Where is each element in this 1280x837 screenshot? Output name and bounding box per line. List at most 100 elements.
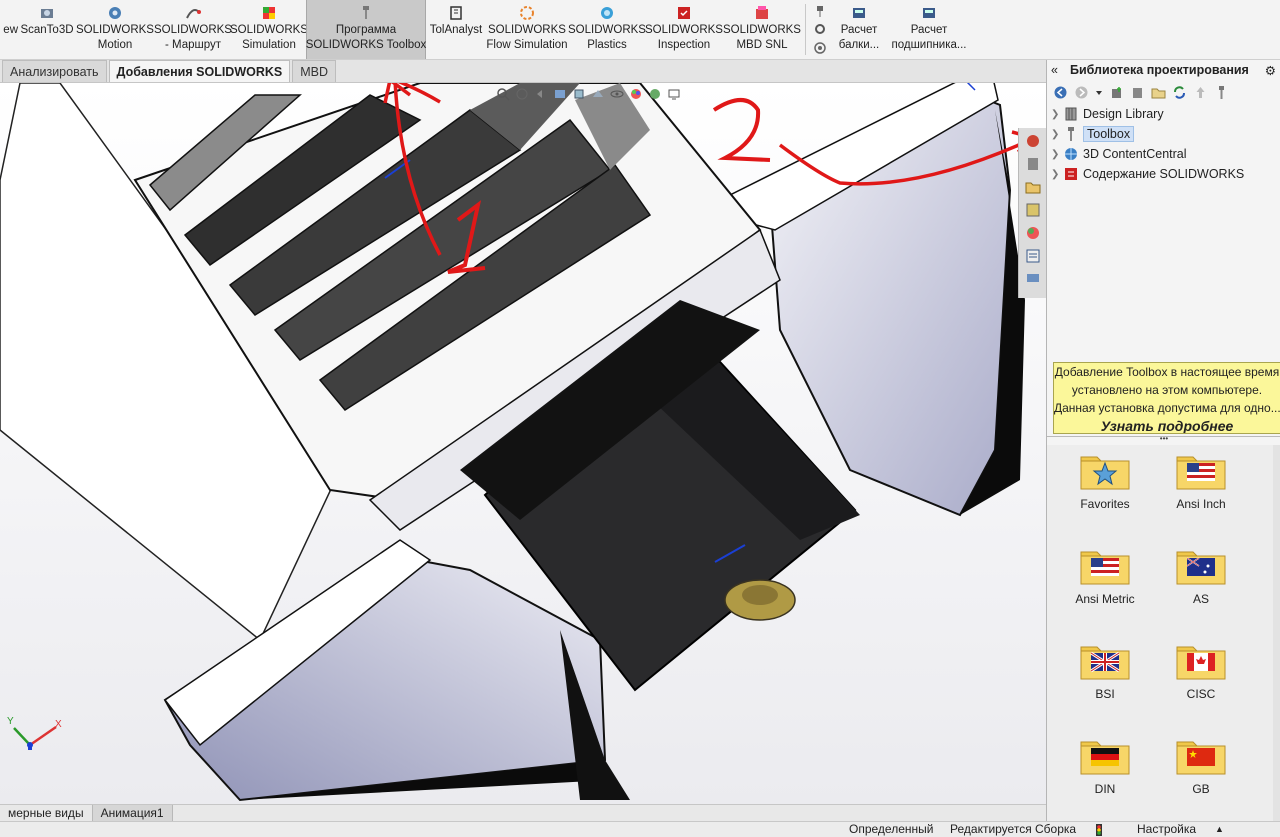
cn-flag-folder-icon [1176, 741, 1226, 775]
file-explorer-icon[interactable] [1024, 178, 1042, 196]
ribbon-label: Программа SOLIDWORKS Toolbox [305, 24, 427, 51]
zoom-fit-icon[interactable] [496, 87, 510, 101]
folder-favorites[interactable]: Favorites [1065, 451, 1145, 511]
view-palette-icon[interactable] [1024, 201, 1042, 219]
create-folder-icon[interactable] [1151, 85, 1166, 100]
zoom-area-icon[interactable] [515, 87, 529, 101]
ribbon-view-button[interactable]: ew [0, 0, 18, 59]
design-library-icon [1065, 107, 1077, 121]
tab-solidworks-addins[interactable]: Добавления SOLIDWORKS [108, 60, 291, 82]
expand-chevron-icon[interactable]: ❯ [1051, 129, 1063, 140]
tree-item-3d-contentcentral[interactable]: ❯ 3D ContentCentral [1051, 144, 1280, 164]
gear-small-icon[interactable] [813, 22, 827, 36]
scanto3d-icon [41, 9, 53, 18]
appearance-icon[interactable] [629, 87, 643, 101]
folder-label: Favorites [1080, 497, 1130, 511]
tree-item-label: Toolbox [1083, 126, 1135, 142]
us-flag-folder-icon [1176, 456, 1226, 490]
ribbon-scanto3d-button[interactable]: ScanTo3D [18, 0, 76, 59]
toolbox-icon [1068, 127, 1074, 141]
assembly-model[interactable]: XY [0, 83, 1046, 804]
tab-analyze[interactable]: Анализировать [2, 60, 107, 82]
forum-icon[interactable] [1024, 270, 1042, 288]
folder-ansi-metric[interactable]: Ansi Metric [1065, 546, 1145, 606]
ribbon-inspection-button[interactable]: SOLIDWORKS Inspection [645, 0, 723, 59]
ribbon-tolanalyst-button[interactable]: TolAnalyst [426, 0, 486, 59]
ribbon-flow-simulation-button[interactable]: SOLIDWORKS Flow Simulation [486, 0, 568, 59]
standards-folder-grid: Favorites Ansi Inch Ansi Metric AS BSI CISC DI… [1047, 445, 1280, 821]
view-orientation-icon[interactable] [572, 87, 586, 101]
expand-chevron-icon[interactable]: ❯ [1051, 109, 1063, 120]
folder-label: DIN [1094, 782, 1116, 796]
toolbox-config-icon[interactable] [1214, 85, 1229, 100]
tab-3d-views[interactable]: мерные виды [0, 805, 93, 821]
units-menu-up-icon[interactable]: ▲ [1215, 822, 1224, 837]
view-icon [0, 4, 18, 22]
ribbon-mbd-snl-button[interactable]: SOLIDWORKS MBD SNL [722, 0, 802, 59]
command-manager-tabs: Анализировать Добавления SOLIDWORKS MBD [0, 60, 1046, 83]
home-icon[interactable] [1024, 132, 1042, 150]
ribbon-label: Расчет подшипника... [891, 24, 967, 51]
vertical-scrollbar[interactable] [1273, 445, 1280, 821]
ribbon-small-icons [809, 0, 831, 59]
options-gear-icon[interactable]: ⚙ [1265, 63, 1276, 78]
folder-cisc[interactable]: CISC [1161, 641, 1241, 701]
ribbon-label: SOLIDWORKS MBD SNL [723, 24, 801, 51]
expand-chevron-icon[interactable]: ❯ [1051, 149, 1063, 160]
collapse-icon[interactable]: « [1051, 63, 1058, 77]
tab-animation1[interactable]: Анимация1 [92, 805, 173, 821]
ribbon-beam-calc-button[interactable]: Расчет балки... [831, 0, 887, 59]
display-style-icon[interactable] [591, 87, 605, 101]
section-view-icon[interactable] [553, 87, 567, 101]
tree-item-design-library[interactable]: ❯ Design Library [1051, 104, 1280, 124]
back-icon[interactable] [1053, 85, 1068, 100]
up-one-level-icon[interactable] [1193, 85, 1208, 100]
add-file-location-icon[interactable] [1130, 85, 1145, 100]
scene-icon[interactable] [648, 87, 662, 101]
tree-item-toolbox[interactable]: ❯ Toolbox [1051, 124, 1280, 144]
refresh-icon[interactable] [1172, 85, 1187, 100]
ribbon-motion-button[interactable]: SOLIDWORKS Motion [76, 0, 154, 59]
folder-bsi[interactable]: BSI [1065, 641, 1145, 701]
monitor-icon[interactable] [667, 87, 681, 101]
ribbon-toolbox-button[interactable]: Программа SOLIDWORKS Toolbox [306, 0, 426, 59]
appearances-icon[interactable] [1024, 224, 1042, 242]
ribbon-plastics-button[interactable]: SOLIDWORKS Plastics [568, 0, 646, 59]
ribbon-label: ew [3, 24, 18, 36]
design-library-tab-icon[interactable] [1024, 155, 1042, 173]
pane-splitter[interactable]: ••• [1047, 435, 1280, 443]
rebuild-indicator-icon[interactable] [1094, 824, 1104, 836]
previous-view-icon[interactable] [534, 87, 548, 101]
custom-properties-icon[interactable] [1024, 247, 1042, 265]
expand-chevron-icon[interactable]: ❯ [1051, 169, 1063, 180]
learn-more-link[interactable]: Узнать подробнее [1054, 417, 1280, 433]
folder-gb[interactable]: GB [1161, 736, 1241, 796]
tree-item-solidworks-content[interactable]: ❯ Содержание SOLIDWORKS [1051, 164, 1280, 184]
tab-mbd[interactable]: MBD [292, 60, 337, 82]
forward-icon[interactable] [1074, 85, 1089, 100]
tree-item-label: Содержание SOLIDWORKS [1083, 167, 1245, 181]
flow-simulation-icon [520, 6, 534, 20]
ribbon-bearing-calc-button[interactable]: Расчет подшипника... [887, 0, 971, 59]
uk-flag-folder-icon [1080, 646, 1130, 680]
status-editing: Редактируется Сборка [950, 822, 1077, 836]
task-pane-title: Библиотека проектирования [1069, 63, 1249, 77]
spring-icon[interactable] [813, 41, 827, 55]
pin-icon[interactable] [813, 4, 827, 18]
ribbon-routing-button[interactable]: SOLIDWORKS - Маршрут [154, 0, 232, 59]
tolanalyst-icon [450, 6, 462, 20]
folder-as[interactable]: AS [1161, 546, 1241, 606]
folder-ansi-inch[interactable]: Ansi Inch [1161, 451, 1241, 511]
folder-label: CISC [1186, 687, 1216, 701]
graphics-area[interactable]: XY [0, 83, 1046, 804]
library-tree: ❯ Design Library ❯ Toolbox ❯ 3D ContentC… [1047, 104, 1280, 184]
ribbon-simulation-button[interactable]: SOLIDWORKS Simulation [230, 0, 308, 59]
status-units-custom[interactable]: Настройка [1137, 822, 1196, 837]
add-to-library-icon[interactable] [1109, 85, 1124, 100]
design-library-pane: « Библиотека проектирования ⚙ ❯ Design L… [1046, 60, 1280, 821]
inspection-icon [678, 7, 690, 19]
folder-din[interactable]: DIN [1065, 736, 1145, 796]
dropdown-icon[interactable] [1095, 85, 1103, 100]
hide-show-icon[interactable] [610, 87, 624, 101]
library-toolbar [1047, 80, 1280, 104]
